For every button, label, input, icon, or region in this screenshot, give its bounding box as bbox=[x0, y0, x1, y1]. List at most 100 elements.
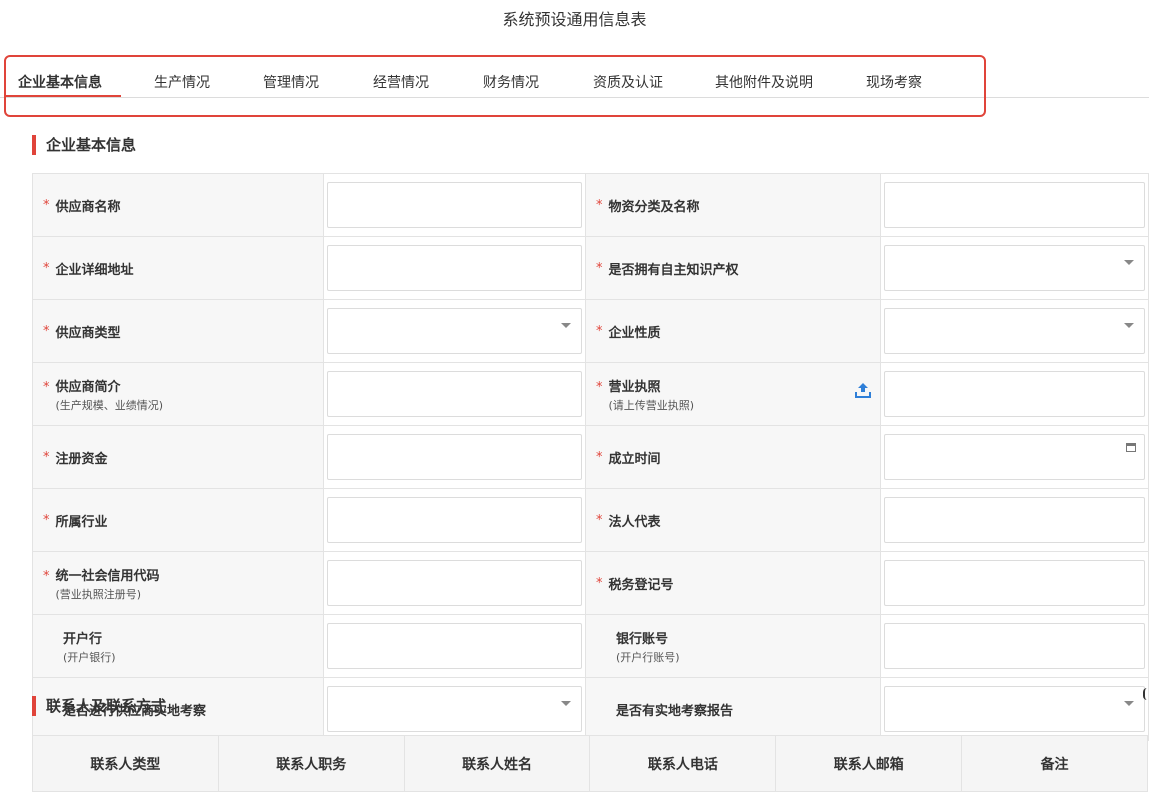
field-label: * 统一社会信用代码 (营业执照注册号) bbox=[43, 565, 323, 602]
caret-down-icon bbox=[561, 701, 571, 706]
required-mark: * bbox=[596, 323, 603, 339]
select-field[interactable] bbox=[327, 308, 582, 354]
form-row: * 注册资金 * 成立时间 bbox=[32, 425, 1149, 489]
field-label-cell: * 供应商名称 bbox=[32, 173, 324, 237]
required-mark: * bbox=[596, 197, 603, 213]
field-label-hint: (营业执照注册号) bbox=[55, 587, 142, 601]
required-mark: * bbox=[596, 512, 603, 528]
field-label: * 注册资金 bbox=[43, 448, 323, 467]
field-value-cell bbox=[323, 236, 586, 300]
field-label-text: 注册资金 bbox=[55, 451, 108, 467]
required-mark: * bbox=[596, 260, 603, 276]
field-label: * 法人代表 bbox=[596, 511, 880, 530]
contacts-column-header: 联系人电话 bbox=[589, 735, 777, 792]
basic-info-form: * 供应商名称 * 物资分类及名称 * 企业详细地址 * 是否拥有自主知识产权 * 供应商类型 * 企… bbox=[32, 173, 1149, 741]
section-title-basic: 企业基本信息 bbox=[32, 135, 136, 155]
field-label-text: 统一社会信用代码 bbox=[55, 568, 160, 584]
required-mark: * bbox=[43, 323, 50, 339]
form-row: * 供应商简介 (生产规模、业绩情况) * 营业执照 (请上传营业执照) bbox=[32, 362, 1149, 426]
select-field[interactable] bbox=[884, 308, 1145, 354]
tabs-highlight-box bbox=[4, 55, 986, 117]
text-input[interactable] bbox=[327, 371, 582, 417]
field-label-cell: * 法人代表 bbox=[585, 488, 881, 552]
required-mark: * bbox=[43, 449, 50, 465]
contacts-column-header: 联系人类型 bbox=[32, 735, 219, 792]
field-label: * 成立时间 bbox=[596, 448, 880, 467]
required-mark: * bbox=[43, 512, 50, 528]
contacts-header-row: 联系人类型 联系人职务 联系人姓名 联系人电话 联系人邮箱 备注 bbox=[32, 735, 1148, 792]
text-input[interactable] bbox=[327, 623, 582, 669]
select-field[interactable] bbox=[884, 686, 1145, 732]
caret-down-icon bbox=[1124, 260, 1134, 265]
field-label: 开户行 (开户银行) bbox=[43, 628, 323, 665]
field-label-cell: 开户行 (开户银行) bbox=[32, 614, 324, 678]
field-value-cell bbox=[880, 362, 1149, 426]
date-field[interactable] bbox=[884, 434, 1145, 480]
field-label-cell: 银行账号 (开户行账号) bbox=[585, 614, 881, 678]
field-label-text: 物资分类及名称 bbox=[608, 199, 700, 215]
field-label-hint: (生产规模、业绩情况) bbox=[55, 398, 164, 412]
select-field[interactable] bbox=[327, 686, 582, 732]
field-label: * 所属行业 bbox=[43, 511, 323, 530]
field-value-cell bbox=[880, 677, 1149, 741]
field-label-text: 供应商类型 bbox=[55, 325, 121, 341]
contacts-column-header: 联系人职务 bbox=[217, 735, 405, 792]
select-field[interactable] bbox=[884, 245, 1145, 291]
contacts-table: 联系人类型 联系人职务 联系人姓名 联系人电话 联系人邮箱 备注 bbox=[32, 735, 1148, 792]
field-label-text: 开户行 bbox=[63, 631, 103, 647]
field-label: * 供应商类型 bbox=[43, 322, 323, 341]
field-label-text: 所属行业 bbox=[55, 514, 108, 530]
field-label-cell: * 企业性质 bbox=[585, 299, 881, 363]
scroll-indicator[interactable] bbox=[1143, 688, 1149, 700]
required-mark: * bbox=[596, 379, 603, 395]
text-input[interactable] bbox=[884, 560, 1145, 606]
text-input[interactable] bbox=[884, 371, 1145, 417]
field-label-text: 税务登记号 bbox=[608, 577, 674, 593]
field-label: * 供应商简介 (生产规模、业绩情况) bbox=[43, 376, 323, 413]
required-mark: * bbox=[43, 197, 50, 213]
form-row: * 统一社会信用代码 (营业执照注册号) * 税务登记号 bbox=[32, 551, 1149, 615]
caret-down-icon bbox=[1124, 701, 1134, 706]
required-mark: * bbox=[43, 568, 50, 584]
field-label-text: 营业执照 bbox=[608, 379, 661, 395]
field-label-cell: * 企业详细地址 bbox=[32, 236, 324, 300]
upload-icon[interactable] bbox=[854, 381, 872, 399]
field-label-cell: * 物资分类及名称 bbox=[585, 173, 881, 237]
text-input[interactable] bbox=[327, 245, 582, 291]
field-label: * 物资分类及名称 bbox=[596, 196, 880, 215]
field-label-cell: * 供应商简介 (生产规模、业绩情况) bbox=[32, 362, 324, 426]
contacts-column-header: 备注 bbox=[961, 735, 1148, 792]
field-value-cell bbox=[880, 173, 1149, 237]
form-row: 开户行 (开户银行) 银行账号 (开户行账号) bbox=[32, 614, 1149, 678]
field-value-cell bbox=[880, 488, 1149, 552]
contacts-column-header: 联系人姓名 bbox=[403, 735, 591, 792]
form-row: * 供应商名称 * 物资分类及名称 bbox=[32, 173, 1149, 237]
text-input[interactable] bbox=[884, 182, 1145, 228]
text-input[interactable] bbox=[327, 434, 582, 480]
field-value-cell bbox=[880, 614, 1149, 678]
field-label-text: 供应商名称 bbox=[55, 199, 121, 215]
field-label-cell: * 注册资金 bbox=[32, 425, 324, 489]
field-value-cell bbox=[323, 551, 586, 615]
field-label: * 税务登记号 bbox=[596, 574, 880, 593]
field-label-cell: 是否有实地考察报告 bbox=[585, 677, 881, 741]
text-input[interactable] bbox=[884, 623, 1145, 669]
field-value-cell bbox=[323, 425, 586, 489]
field-value-cell bbox=[323, 677, 586, 741]
form-row: * 供应商类型 * 企业性质 bbox=[32, 299, 1149, 363]
required-mark: * bbox=[596, 449, 603, 465]
text-input[interactable] bbox=[327, 182, 582, 228]
caret-down-icon bbox=[1124, 323, 1134, 328]
form-row: * 所属行业 * 法人代表 bbox=[32, 488, 1149, 552]
page-title: 系统预设通用信息表 bbox=[502, 10, 647, 29]
field-label-text: 是否拥有自主知识产权 bbox=[608, 262, 739, 278]
text-input[interactable] bbox=[884, 497, 1145, 543]
field-label: * 企业详细地址 bbox=[43, 259, 323, 278]
text-input[interactable] bbox=[327, 560, 582, 606]
field-label: 是否有实地考察报告 bbox=[596, 700, 880, 719]
text-input[interactable] bbox=[327, 497, 582, 543]
field-label-cell: * 是否拥有自主知识产权 bbox=[585, 236, 881, 300]
field-label-text: 是否有实地考察报告 bbox=[616, 703, 734, 719]
field-label-text: 银行账号 bbox=[616, 631, 669, 647]
field-value-cell bbox=[880, 299, 1149, 363]
